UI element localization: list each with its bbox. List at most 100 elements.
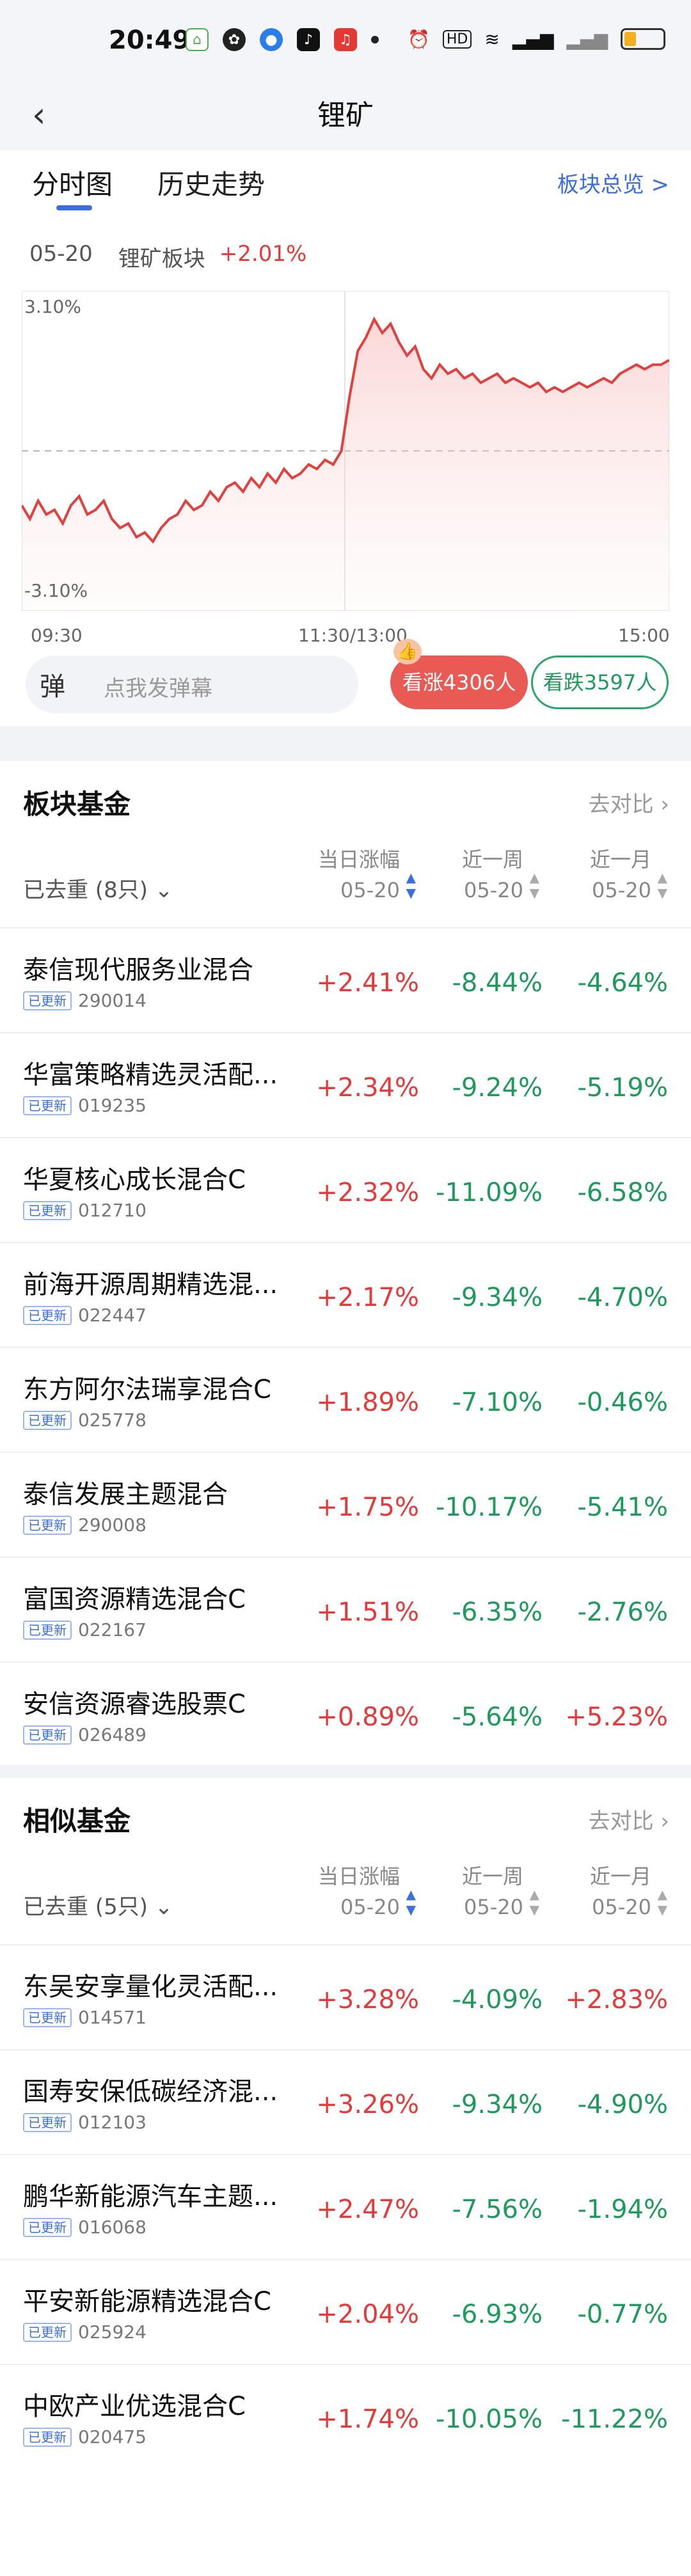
- fund-day-change: +3.28%: [316, 1985, 419, 2014]
- updated-badge: 已更新: [23, 1410, 72, 1430]
- chart-tabs: 分时图 历史走势: [32, 163, 265, 210]
- fund-row[interactable]: 泰信现代服务业混合 已更新 290014 +2.41% -8.44% -4.64%: [0, 927, 691, 1032]
- page-title: 锂矿: [317, 99, 374, 132]
- fund-month-change: +5.23%: [565, 1702, 668, 1732]
- status-time: 20:49: [109, 26, 191, 55]
- intraday-chart[interactable]: 3.10% -3.10%: [20, 290, 670, 611]
- fund-meta: 已更新 290014: [23, 990, 147, 1011]
- fund-code: 020475: [78, 2426, 147, 2447]
- fund-row[interactable]: 安信资源睿选股票C 已更新 026489 +0.89% -5.64% +5.23%: [0, 1661, 691, 1766]
- sector-compare-link[interactable]: 去对比 ›: [589, 787, 669, 818]
- football-app-icon: ✿: [223, 28, 246, 51]
- similar-compare-link[interactable]: 去对比 ›: [589, 1803, 669, 1835]
- danmaku-row: 弹 点我发弹幕 看涨4306人 👍 看跌3597人: [0, 639, 691, 719]
- chevron-right-icon: ›: [660, 792, 669, 817]
- fund-name: 鹏华新能源汽车主题...: [23, 2182, 278, 2211]
- fund-day-change: +3.26%: [316, 2090, 419, 2119]
- fund-meta: 已更新 012710: [23, 1200, 147, 1221]
- fund-day-change: +1.74%: [316, 2405, 419, 2434]
- updated-badge: 已更新: [23, 1200, 72, 1220]
- sort-month-icon[interactable]: ▲ ▼: [658, 870, 667, 900]
- fund-meta: 已更新 016068: [23, 2217, 147, 2238]
- danmaku-input[interactable]: 弹 点我发弹幕: [26, 656, 358, 713]
- fund-code: 290014: [78, 990, 147, 1011]
- tab-intraday[interactable]: 分时图: [32, 163, 113, 210]
- fund-day-change: +0.89%: [316, 1702, 419, 1732]
- fund-meta: 已更新 025778: [23, 1410, 147, 1431]
- chevron-right-icon: ›: [660, 1809, 669, 1834]
- col-month-label: 近一月: [589, 1864, 651, 1889]
- fund-name: 中欧产业优选混合C: [23, 2392, 246, 2421]
- updated-badge: 已更新: [23, 2112, 72, 2132]
- fund-name: 泰信现代服务业混合: [23, 955, 253, 985]
- fund-name: 平安新能源精选混合C: [23, 2287, 271, 2316]
- fund-code: 019235: [78, 1095, 147, 1116]
- y-max-label: 3.10%: [24, 296, 81, 317]
- fund-week-change: -4.09%: [452, 1985, 543, 2014]
- dedup-dropdown[interactable]: 已去重 (5只) ⌄: [23, 1889, 173, 1920]
- bearish-vote-button[interactable]: 看跌3597人: [531, 656, 669, 709]
- col-month-label: 近一月: [589, 847, 651, 872]
- fund-name: 东方阿尔法瑞享混合C: [23, 1375, 271, 1404]
- sector-info-row: 05-20 锂矿板块 +2.01%: [29, 241, 306, 272]
- sector-name: 锂矿板块: [118, 246, 205, 272]
- col-day-change[interactable]: 当日涨幅 05-20: [318, 844, 400, 906]
- fund-meta: 已更新 025924: [23, 2321, 147, 2343]
- fund-day-change: +1.51%: [316, 1598, 419, 1627]
- dedup-dropdown[interactable]: 已去重 (8只) ⌄: [23, 872, 173, 904]
- tab-history[interactable]: 历史走势: [157, 163, 265, 202]
- fund-row[interactable]: 华富策略精选灵活配... 已更新 019235 +2.34% -9.24% -5.19%: [0, 1032, 691, 1137]
- sort-month-icon[interactable]: ▲ ▼: [658, 1887, 667, 1917]
- system-icons: ⏰ HD ≋ ▂▄▆ ▂▄▆: [408, 28, 665, 50]
- red-app-icon: ♫: [334, 28, 357, 51]
- fund-code: 025778: [78, 1410, 147, 1431]
- fund-row[interactable]: 国寿安保低碳经济混... 已更新 012103 +3.26% -9.34% -4.90%: [0, 2049, 691, 2154]
- sort-week-icon[interactable]: ▲ ▼: [530, 1887, 539, 1917]
- fund-week-change: -9.24%: [452, 1073, 543, 1103]
- fund-row[interactable]: 平安新能源精选混合C 已更新 025924 +2.04% -6.93% -0.77%: [0, 2259, 691, 2364]
- col-day-change[interactable]: 当日涨幅 05-20: [318, 1861, 400, 1922]
- fund-month-change: -4.70%: [577, 1283, 668, 1312]
- fund-row[interactable]: 东吴安享量化灵活配... 已更新 014571 +3.28% -4.09% +2.83%: [0, 1944, 691, 2049]
- page-header: ‹ 锂矿: [0, 77, 691, 147]
- fund-day-change: +2.41%: [316, 968, 419, 998]
- more-notifications-dot: [371, 36, 379, 43]
- updated-badge: 已更新: [23, 1096, 72, 1115]
- sector-funds-list: 泰信现代服务业混合 已更新 290014 +2.41% -8.44% -4.64% 华富策略…: [0, 927, 691, 1766]
- fund-week-change: -11.09%: [436, 1178, 543, 1207]
- sort-desc-icon[interactable]: ▲ ▼: [406, 870, 416, 900]
- fund-row[interactable]: 泰信发展主题混合 已更新 290008 +1.75% -10.17% -5.41%: [0, 1452, 691, 1557]
- danmaku-icon: 弹: [40, 672, 65, 702]
- fund-row[interactable]: 鹏华新能源汽车主题... 已更新 016068 +2.47% -7.56% -1.94%: [0, 2154, 691, 2259]
- updated-badge: 已更新: [23, 1515, 72, 1535]
- sort-week-icon[interactable]: ▲ ▼: [530, 870, 539, 900]
- fund-code: 026489: [78, 1724, 147, 1745]
- fund-month-change: -1.94%: [577, 2195, 668, 2224]
- fund-day-change: +2.47%: [316, 2195, 419, 2224]
- fund-week-change: -6.93%: [452, 2300, 543, 2329]
- fund-code: 016068: [78, 2217, 147, 2238]
- col-day-label: 当日涨幅: [317, 847, 400, 872]
- sort-desc-icon[interactable]: ▲ ▼: [406, 1887, 416, 1917]
- fund-meta: 已更新 012103: [23, 2112, 147, 2133]
- fund-month-change: -5.19%: [577, 1073, 668, 1103]
- col-month-change[interactable]: 近一月 05-20: [590, 844, 651, 906]
- fund-week-change: -9.34%: [452, 2090, 543, 2119]
- col-week-change[interactable]: 近一周 05-20: [462, 844, 523, 906]
- fund-row[interactable]: 富国资源精选混合C 已更新 022167 +1.51% -6.35% -2.76%: [0, 1557, 691, 1661]
- fund-meta: 已更新 290008: [23, 1514, 147, 1535]
- sector-overview-link[interactable]: 板块总览 >: [557, 167, 669, 198]
- fund-row[interactable]: 华夏核心成长混合C 已更新 012710 +2.32% -11.09% -6.58%: [0, 1137, 691, 1242]
- col-week-label: 近一周: [461, 1864, 523, 1889]
- fund-month-change: -11.22%: [561, 2405, 668, 2434]
- col-month-change[interactable]: 近一月 05-20: [590, 1861, 651, 1922]
- col-week-change[interactable]: 近一周 05-20: [462, 1861, 523, 1922]
- updated-badge: 已更新: [23, 2217, 72, 2237]
- fund-code: 290008: [78, 1514, 147, 1535]
- fund-row[interactable]: 东方阿尔法瑞享混合C 已更新 025778 +1.89% -7.10% -0.46%: [0, 1347, 691, 1452]
- fund-row[interactable]: 中欧产业优选混合C 已更新 020475 +1.74% -10.05% -11.22%: [0, 2364, 691, 2469]
- sector-funds-title: 板块基金: [23, 789, 131, 820]
- fund-week-change: -8.44%: [452, 968, 543, 998]
- fund-week-change: -10.17%: [436, 1493, 543, 1522]
- fund-row[interactable]: 前海开源周期精选混... 已更新 022447 +2.17% -9.34% -4.70%: [0, 1242, 691, 1347]
